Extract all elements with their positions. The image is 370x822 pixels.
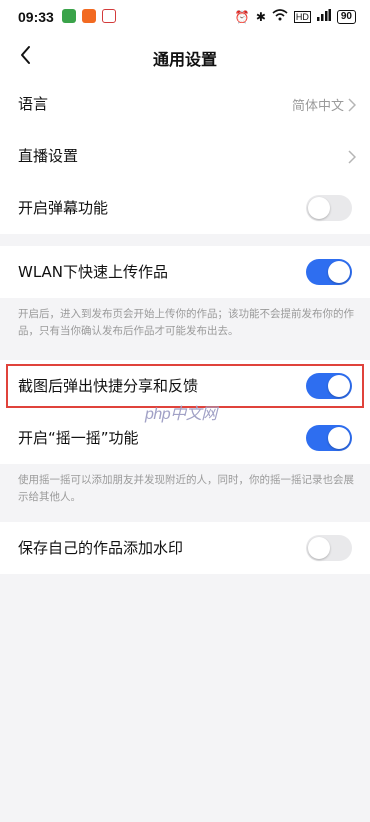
- wlan-upload-toggle[interactable]: [306, 259, 352, 285]
- setting-language[interactable]: 语言 简体中文: [0, 78, 370, 130]
- setting-label: 开启弹幕功能: [18, 199, 109, 217]
- toggle-knob: [328, 427, 350, 449]
- watermark-toggle[interactable]: [306, 535, 352, 561]
- battery-icon: 90: [336, 9, 356, 24]
- setting-label: 开启“摇一摇”功能: [18, 429, 139, 447]
- wlan-description: 开启后，进入到发布页会开始上传你的作品；该功能不会提前发布你的作品，只有当你确认…: [18, 308, 354, 337]
- shake-toggle[interactable]: [306, 425, 352, 451]
- wifi-icon: [272, 9, 288, 24]
- alarm-icon: ⏰: [234, 9, 250, 24]
- watermark-logo: php中文网: [145, 400, 217, 424]
- status-indicators: ⏰ ✱ HD 90: [235, 9, 356, 24]
- chevron-right-icon: [348, 97, 357, 112]
- bluetooth-icon: ✱: [255, 9, 266, 24]
- page-title: 通用设置: [152, 50, 217, 69]
- setting-wlan-upload: WLAN下快速上传作品: [0, 246, 370, 298]
- toggle-knob: [328, 261, 350, 283]
- status-app-icons: [62, 9, 116, 23]
- danmaku-toggle[interactable]: [306, 195, 352, 221]
- shake-description: 使用摇一摇可以添加朋友并发现附近的人，同时，你的摇一摇记录也会展示给其他人。: [18, 474, 354, 503]
- nav-bar: 通用设置: [0, 34, 370, 78]
- setting-label: 保存自己的作品添加水印: [18, 539, 184, 557]
- watermark-text: php中文网: [145, 406, 217, 423]
- setting-label: 直播设置: [18, 147, 79, 165]
- notification-app-icon: [62, 9, 76, 23]
- setting-save-watermark: 保存自己的作品添加水印: [0, 522, 370, 574]
- hd-icon: HD: [293, 10, 311, 23]
- setting-label: WLAN下快速上传作品: [18, 263, 169, 281]
- notification-app-icon: [102, 9, 116, 23]
- setting-live[interactable]: 直播设置: [0, 130, 370, 182]
- chevron-right-icon: [348, 149, 357, 164]
- setting-danmaku: 开启弹幕功能: [0, 182, 370, 234]
- signal-icon: [316, 9, 331, 24]
- status-bar: 09:33 ⏰ ✱ HD 90: [0, 0, 370, 34]
- toggle-knob: [308, 537, 330, 559]
- notification-app-icon: [82, 9, 96, 23]
- language-value: 简体中文: [291, 99, 344, 114]
- status-time: 09:33: [18, 9, 54, 25]
- toggle-knob: [308, 197, 330, 219]
- setting-label: 语言: [18, 95, 49, 113]
